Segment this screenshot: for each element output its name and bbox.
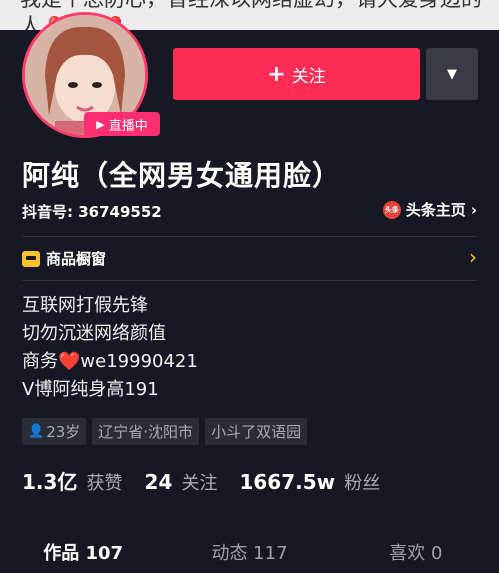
chevron-right-icon: › xyxy=(470,200,477,219)
fans-count: 1667.5w xyxy=(239,470,336,494)
divider xyxy=(22,236,477,237)
age-tag: 👤 23岁 xyxy=(22,418,87,445)
toutiao-icon: 头条 xyxy=(382,200,401,219)
follow-button[interactable]: + 关注 xyxy=(173,48,420,100)
shop-label: 商品橱窗 xyxy=(46,250,107,268)
heart-icon: ❤️ xyxy=(58,351,81,372)
toutiao-label: 头条主页 xyxy=(405,201,466,219)
profile-tags: 👤 23岁 辽宁省·沈阳市 小斗了双语园 xyxy=(22,418,308,445)
bio-line: 互联网打假先锋 xyxy=(22,295,148,316)
more-options-button[interactable]: ▼ xyxy=(426,48,478,100)
following-stat[interactable]: 24 关注 xyxy=(145,469,218,495)
bio-contact: we19990421 xyxy=(80,351,198,372)
bio-line: 商务❤️we19990421 xyxy=(22,348,198,376)
likes-label: 获赞 xyxy=(86,473,123,494)
following-count: 24 xyxy=(144,470,173,494)
play-icon: ▶ xyxy=(96,117,105,131)
divider xyxy=(22,280,477,281)
school-tag: 小斗了双语园 xyxy=(205,418,308,445)
age-label: 23岁 xyxy=(46,423,81,441)
following-label: 关注 xyxy=(181,473,218,494)
follow-label: 关注 xyxy=(291,66,326,87)
tab-works[interactable]: 作品 107 xyxy=(0,530,166,573)
bio-line: V博阿纯身高191 xyxy=(22,379,159,400)
bio: 互联网打假先锋 切勿沉迷网络颜值 商务❤️we19990421 V博阿纯身高19… xyxy=(22,292,198,404)
caret-down-icon: ▼ xyxy=(447,66,457,82)
fans-stat[interactable]: 1667.5w 粉丝 xyxy=(239,469,380,495)
bio-line: 切勿沉迷网络颜值 xyxy=(22,323,166,344)
person-icon: 👤 xyxy=(28,424,45,439)
shop-window-link[interactable]: 商品橱窗 xyxy=(22,248,106,269)
plus-icon: + xyxy=(267,61,286,87)
tab-dynamics[interactable]: 动态 117 xyxy=(166,530,332,573)
live-badge[interactable]: ▶ 直播中 xyxy=(84,112,160,136)
bio-business-label: 商务 xyxy=(22,351,58,372)
likes-count: 1.3亿 xyxy=(22,470,78,494)
douyin-id: 抖音号: 36749552 xyxy=(22,203,162,221)
toutiao-link[interactable]: 头条 头条主页 › xyxy=(382,199,477,220)
likes-stat[interactable]: 1.3亿 获赞 xyxy=(22,466,123,495)
fans-label: 粉丝 xyxy=(344,473,381,494)
content-tabs: 作品 107 动态 117 喜欢 0 xyxy=(0,530,499,573)
location-tag: 辽宁省·沈阳市 xyxy=(92,418,200,445)
profile-name: 阿纯（全网男女通用脸） xyxy=(22,159,342,192)
stats: 1.3亿 获赞 24 关注 1667.5w 粉丝 xyxy=(22,466,380,495)
shop-icon xyxy=(22,250,40,267)
live-label: 直播中 xyxy=(108,118,148,134)
chevron-right-icon[interactable]: › xyxy=(469,245,477,269)
tab-likes[interactable]: 喜欢 0 xyxy=(333,530,499,573)
